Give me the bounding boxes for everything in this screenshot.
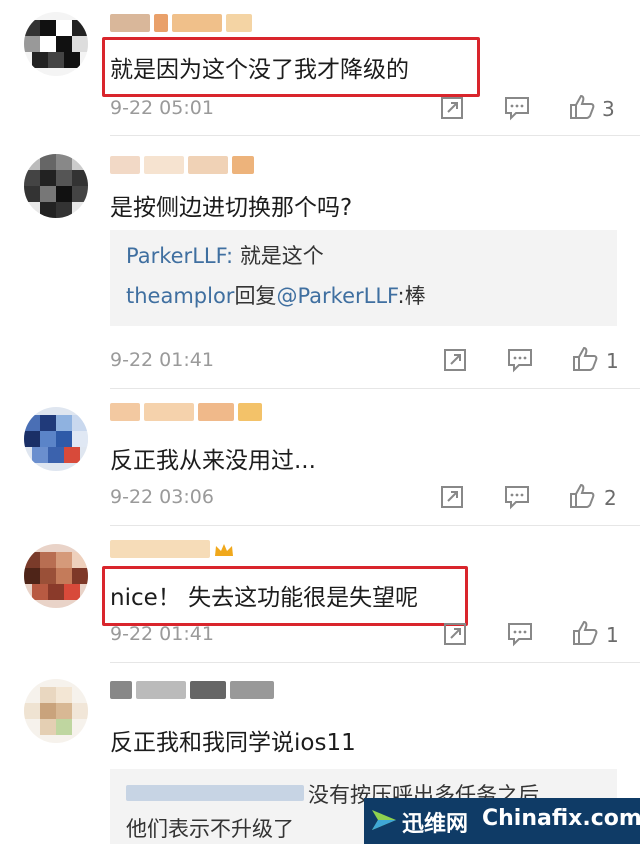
like-count: 2 [604,486,617,510]
reply-user-link[interactable]: ParkerLLF [126,244,226,268]
comment-item: 反正我从来没用过... 9-22 03:06 2 [0,389,640,525]
comment-time: 9-22 05:01 [110,97,214,119]
reply-line: 他们表示不升级了 [126,813,294,843]
avatar[interactable] [24,12,88,76]
comment-time: 9-22 03:06 [110,486,214,508]
reply-user-link[interactable]: theamplor [126,284,234,308]
reply-text: 就是这个 [239,244,324,268]
chinafix-logo-icon [372,810,396,830]
thumbs-up-icon[interactable] [568,482,596,510]
thumbs-up-icon[interactable] [568,93,596,121]
like-count: 3 [602,97,615,121]
watermark-text-en: Chinafix.com [482,806,640,831]
avatar[interactable] [24,154,88,218]
mention-link[interactable]: @ParkerLLF [276,284,397,308]
comment-item: 是按侧边进切换那个吗? ParkerLLF: 就是这个 theamplor回复@… [0,136,640,388]
comment-item: nice！ 失去这功能很是失望呢 9-22 01:41 1 [0,526,640,662]
reply-user-blurred[interactable] [126,785,304,801]
red-highlight-box [102,566,468,626]
comment-text: 是按侧边进切换那个吗? [110,195,353,221]
reply-preview[interactable]: ParkerLLF: 就是这个 theamplor回复@ParkerLLF:棒 [110,230,617,326]
comment-text: 反正我从来没用过... [110,448,316,474]
comment-text: 反正我和我同学说ios11 [110,730,356,756]
comment-item: 就是因为这个没了我才降级的 9-22 05:01 3 [0,0,640,135]
reply-line: theamplor回复@ParkerLLF:棒 [126,284,426,308]
username-blurred[interactable] [110,681,280,701]
comment-icon[interactable] [503,94,531,122]
reply-text: 他们表示不升级了 [126,817,294,841]
red-highlight-box [102,37,480,97]
thumbs-up-icon[interactable] [571,345,599,373]
like-count: 1 [606,349,619,373]
avatar[interactable] [24,544,88,608]
repost-icon[interactable] [441,346,469,374]
watermark-text-cn: 迅维网 [402,812,469,837]
avatar[interactable] [24,679,88,743]
repost-icon[interactable] [438,483,466,511]
avatar[interactable] [24,407,88,471]
crown-icon [215,544,233,556]
watermark-banner: 迅维网 Chinafix.com [364,798,640,844]
comment-time: 9-22 01:41 [110,349,214,371]
like-count: 1 [606,623,619,647]
comment-icon[interactable] [506,346,534,374]
username-blurred[interactable] [110,156,260,176]
comment-time: 9-22 01:41 [110,623,214,645]
username-blurred[interactable] [110,14,260,34]
comment-icon[interactable] [506,620,534,648]
reply-line: ParkerLLF: 就是这个 [126,244,324,268]
comment-icon[interactable] [503,483,531,511]
reply-text: 棒 [404,284,426,308]
username-blurred[interactable] [110,403,270,423]
thumbs-up-icon[interactable] [571,619,599,647]
repost-icon[interactable] [438,94,466,122]
repost-icon[interactable] [441,620,469,648]
